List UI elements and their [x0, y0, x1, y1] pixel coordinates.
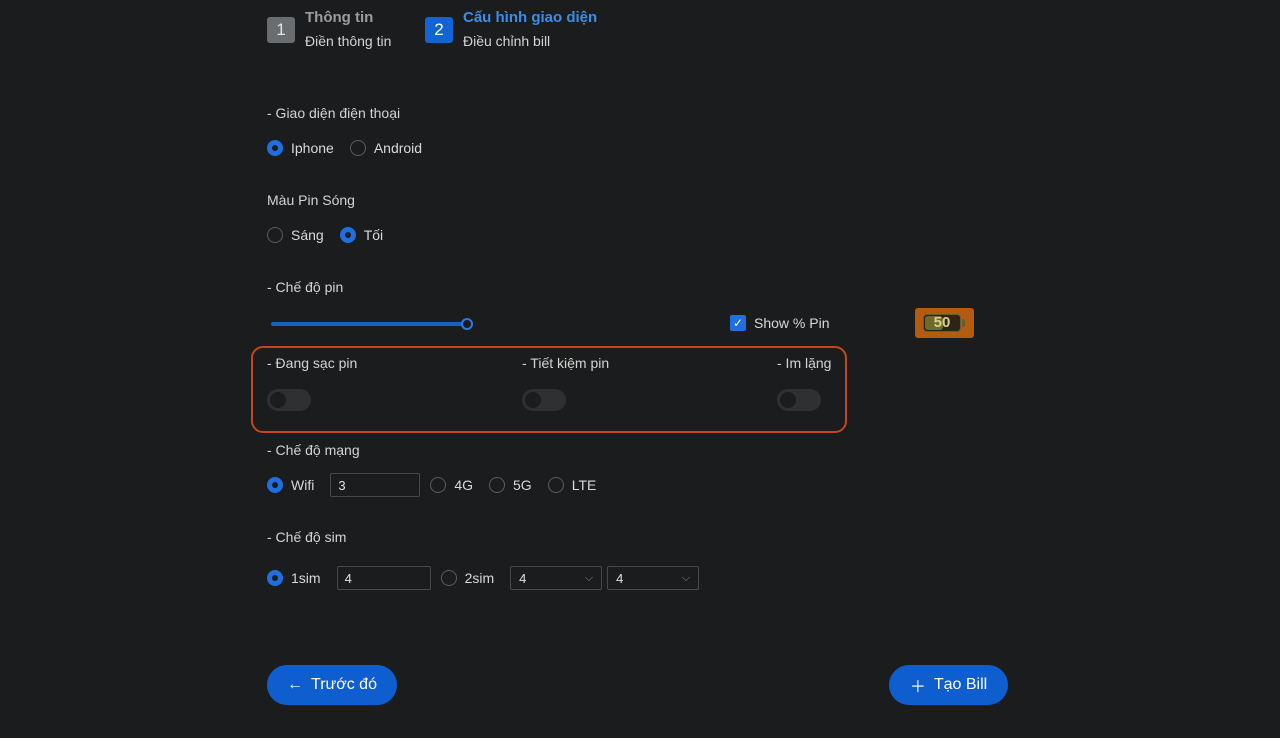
create-bill-button[interactable]: ＋ Tạo Bill — [889, 665, 1008, 705]
battery-preview: 50 — [915, 308, 974, 338]
radio-iphone[interactable]: Iphone — [267, 140, 334, 156]
phone-ui-radio-group: Iphone Android — [267, 140, 438, 156]
radio-button[interactable] — [339, 227, 356, 243]
radio-5g[interactable]: 5G — [489, 477, 532, 493]
radio-label: Tối — [363, 227, 384, 243]
radio-label: 1sim — [291, 570, 321, 586]
battery-color-radio-group: Sáng Tối — [267, 227, 399, 243]
switch-knob — [780, 392, 796, 408]
sim-radio-group: 1sim 4 2sim 4 ⌵ 4 ⌵ — [267, 566, 700, 590]
radio-button[interactable] — [267, 227, 283, 243]
radio-button[interactable] — [489, 477, 506, 493]
radio-wifi[interactable]: Wifi — [267, 477, 314, 493]
step-subtitle: Điền thông tin — [305, 33, 392, 49]
radio-lte[interactable]: LTE — [547, 477, 597, 493]
config-page: 1 Thông tin Điền thông tin 2 Cấu hình gi… — [0, 0, 1280, 738]
radio-button[interactable] — [440, 570, 457, 586]
radio-label: LTE — [571, 477, 597, 493]
battery-level-slider[interactable] — [271, 318, 473, 330]
phone-ui-label: - Giao diện điện thoại — [267, 105, 401, 121]
prev-button[interactable]: ← Trước đó — [267, 665, 397, 705]
plus-icon: ＋ — [909, 679, 926, 696]
sim-label: - Chế độ sim — [267, 529, 347, 545]
chevron-down-icon: ⌵ — [681, 571, 691, 584]
select-value: 4 — [616, 570, 624, 586]
select-value: 4 — [519, 570, 527, 586]
radio-4g[interactable]: 4G — [430, 477, 473, 493]
silent-switch[interactable] — [777, 389, 821, 411]
step-info[interactable]: 1 Thông tin Điền thông tin — [267, 8, 391, 49]
battery-tip — [962, 319, 965, 327]
radio-button[interactable] — [267, 140, 283, 156]
network-label: - Chế độ mạng — [267, 442, 360, 458]
prev-button-label: Trước đó — [311, 676, 377, 693]
create-button-label: Tạo Bill — [933, 676, 988, 693]
check-icon[interactable]: ✓ — [730, 315, 746, 331]
switch-knob — [270, 392, 286, 408]
radio-button[interactable] — [547, 477, 564, 493]
sim2-level-select-2[interactable]: 4 ⌵ — [607, 566, 700, 590]
radio-label: 4G — [454, 477, 474, 493]
radio-button[interactable] — [430, 477, 447, 493]
sim2-level-select-1[interactable]: 4 ⌵ — [510, 566, 603, 590]
switch-knob — [525, 392, 541, 408]
battery-percent: 50 — [933, 314, 951, 331]
toggle-silent: - Im lặng — [777, 355, 831, 411]
toggle-label: - Tiết kiệm pin — [522, 355, 610, 371]
step-subtitle: Điều chỉnh bill — [463, 33, 551, 49]
battery-color-label: Màu Pin Sóng — [267, 192, 355, 208]
radio-label: Wifi — [291, 477, 315, 493]
battery-mode-label: - Chế độ pin — [267, 279, 344, 295]
wifi-level-input[interactable]: 3 — [330, 473, 421, 497]
radio-button[interactable] — [267, 477, 283, 493]
radio-light[interactable]: Sáng — [267, 227, 324, 243]
radio-label: Sáng — [291, 227, 324, 243]
charging-switch[interactable] — [267, 389, 311, 411]
radio-label: Android — [373, 140, 423, 156]
radio-2sim[interactable]: 2sim — [440, 570, 495, 586]
step-number: 1 — [267, 17, 295, 43]
step-config[interactable]: 2 Cấu hình giao diện Điều chỉnh bill — [425, 8, 597, 49]
network-radio-group: Wifi 3 4G 5G LTE — [267, 473, 612, 497]
battery-saver-switch[interactable] — [522, 389, 566, 411]
slider-track — [271, 322, 467, 326]
step-title: Cấu hình giao diện — [463, 9, 598, 26]
radio-label: 2sim — [464, 570, 495, 586]
radio-1sim[interactable]: 1sim — [267, 570, 321, 586]
sim1-level-input[interactable]: 4 — [336, 566, 431, 590]
slider-handle[interactable] — [461, 318, 473, 330]
toggle-label: - Đang sạc pin — [267, 355, 358, 371]
radio-button[interactable] — [349, 140, 366, 156]
arrow-left-icon: ← — [287, 676, 304, 693]
radio-label: 5G — [513, 477, 532, 493]
show-percent-checkbox[interactable]: ✓ Show % Pin — [730, 315, 829, 331]
chevron-down-icon: ⌵ — [584, 571, 594, 584]
battery-icon: 50 — [923, 314, 961, 332]
radio-dark[interactable]: Tối — [339, 227, 384, 243]
radio-button[interactable] — [267, 570, 283, 586]
step-number: 2 — [425, 17, 453, 43]
radio-android[interactable]: Android — [349, 140, 423, 156]
toggle-label: - Im lặng — [777, 355, 832, 371]
toggle-saving: - Tiết kiệm pin — [522, 355, 609, 411]
step-title: Thông tin — [305, 9, 374, 26]
radio-label: Iphone — [291, 140, 334, 156]
toggle-charging: - Đang sạc pin — [267, 355, 357, 411]
show-percent-label: Show % Pin — [754, 315, 830, 331]
